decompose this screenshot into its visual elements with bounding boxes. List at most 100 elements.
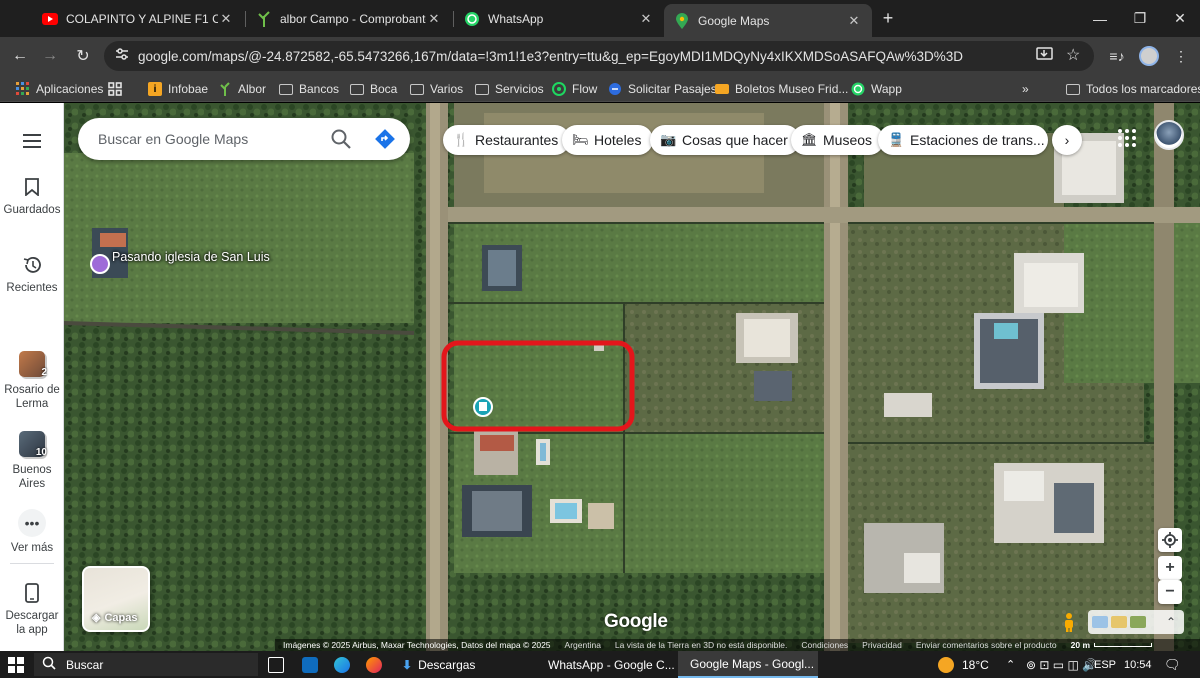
taskbar-app-google-maps[interactable]: Google Maps - Googl... — [678, 651, 818, 678]
directions-icon[interactable] — [375, 129, 395, 149]
language-indicator[interactable]: ESP — [1094, 651, 1116, 678]
history-icon — [20, 253, 44, 277]
restore-button[interactable]: ❐ — [1120, 0, 1160, 37]
satellite-map[interactable] — [64, 103, 1200, 651]
bookmark-folder-servicios[interactable]: Servicios — [475, 79, 544, 99]
chip-hoteles[interactable]: 🛏 Hoteles — [562, 125, 654, 155]
tab-albor[interactable]: albor Campo - Comprobantes d ✕ — [246, 0, 452, 37]
pegman-icon[interactable] — [1061, 612, 1077, 632]
mini-layer-switcher[interactable]: ⌃ — [1088, 610, 1184, 634]
address-bar[interactable]: google.com/maps/@-24.872582,-65.5473266,… — [104, 41, 1094, 71]
rail-saved[interactable]: Guardados — [0, 175, 64, 217]
privacy-link[interactable]: Privacidad — [862, 640, 902, 650]
layer-thumb[interactable] — [1092, 616, 1108, 628]
my-location-button[interactable] — [1158, 528, 1182, 552]
bookmarks-overflow-icon[interactable]: » — [1022, 79, 1029, 99]
bookmark-albor[interactable]: Albor — [218, 79, 266, 99]
bookmark-solicitar-pasajes[interactable]: Solicitar Pasajes — [608, 79, 717, 99]
search-input[interactable]: Buscar en Google Maps — [98, 131, 248, 147]
rail-label: Buenos Aires — [12, 464, 52, 490]
forward-button[interactable]: → — [38, 44, 62, 68]
terms-link[interactable]: Condiciones — [801, 640, 848, 650]
rail-download-app[interactable]: Descargar la app — [0, 581, 64, 637]
new-tab-button[interactable]: + — [878, 8, 898, 28]
bookmark-grid-icon[interactable] — [108, 79, 122, 99]
taskbar-app-whatsapp[interactable]: WhatsApp - Google C... — [536, 651, 676, 678]
chip-estaciones[interactable]: 🚆 Estaciones de trans... — [878, 125, 1048, 155]
layer-thumb[interactable] — [1130, 616, 1146, 628]
chips-scroll-right[interactable]: › — [1052, 125, 1082, 155]
install-app-icon[interactable] — [1036, 46, 1054, 67]
maps-side-rail: Guardados Recientes 2 Rosario de Lerma 1… — [0, 103, 64, 651]
phone-icon — [20, 581, 44, 605]
task-view-icon[interactable] — [268, 657, 284, 673]
taskbar-app-descargas[interactable]: ⬇ Descargas — [396, 651, 481, 678]
close-icon[interactable]: ✕ — [638, 11, 654, 27]
chevron-up-icon[interactable]: ⌃ — [1166, 615, 1176, 629]
tab-colapinto[interactable]: COLAPINTO Y ALPINE F1 CENTI ✕ — [32, 0, 244, 37]
tray-chevron-icon[interactable]: ⌃ — [1006, 651, 1015, 678]
feedback-link[interactable]: Enviar comentarios sobre el producto — [916, 640, 1057, 650]
rail-rosario-de-lerma[interactable]: 2 Rosario de Lerma — [0, 351, 64, 411]
site-info-icon[interactable] — [114, 47, 130, 66]
taskbar-search-label: Buscar — [66, 657, 104, 672]
place-label[interactable]: Pasando iglesia de San Luis — [112, 250, 270, 264]
tab-google-maps[interactable]: Google Maps ✕ — [664, 4, 872, 37]
bookmark-label: Aplicaciones — [36, 82, 104, 96]
church-pin-icon[interactable] — [90, 254, 110, 274]
browser-tab-strip: COLAPINTO Y ALPINE F1 CENTI ✕ albor Camp… — [0, 0, 1200, 37]
layers-icon: ◈ — [92, 612, 101, 624]
tray-icons[interactable]: ⊚ ⊡ ▭ ◫ 🔊 — [1026, 651, 1097, 678]
chip-restaurantes[interactable]: 🍴 Restaurantes — [443, 125, 571, 155]
edge-icon[interactable] — [334, 657, 350, 673]
back-button[interactable]: ← — [8, 44, 32, 68]
weather-widget[interactable]: 18°C — [938, 651, 989, 678]
tab-whatsapp[interactable]: WhatsApp ✕ — [454, 0, 664, 37]
country-label[interactable]: Argentina — [565, 640, 601, 650]
clock[interactable]: 10:54 — [1124, 651, 1152, 678]
rail-recent[interactable]: Recientes — [0, 253, 64, 295]
rail-more[interactable]: ••• Ver más — [0, 509, 64, 555]
rail-buenos-aires[interactable]: 10 Buenos Aires — [0, 431, 64, 491]
chip-museos[interactable]: 🏛 Museos — [791, 125, 885, 155]
account-avatar[interactable] — [1154, 120, 1184, 150]
outlook-icon[interactable] — [302, 657, 318, 673]
search-icon[interactable] — [330, 128, 352, 150]
google-apps-icon[interactable] — [1117, 128, 1137, 148]
bookmark-star-icon[interactable]: ☆ — [1066, 45, 1080, 65]
reload-button[interactable]: ↻ — [71, 44, 95, 68]
close-icon[interactable]: ✕ — [846, 13, 862, 29]
bookmark-all-folder[interactable]: Todos los marcadores — [1066, 79, 1200, 99]
bookmark-label: Flow — [572, 82, 598, 96]
bookmark-aplicaciones[interactable]: Aplicaciones — [16, 79, 103, 99]
zoom-in-button[interactable]: + — [1158, 556, 1182, 580]
bookmark-label: Boca — [370, 82, 398, 96]
taskbar-search[interactable]: Buscar — [34, 653, 258, 676]
close-window-button[interactable]: ✕ — [1160, 0, 1200, 37]
notifications-icon[interactable]: 🗨 — [1164, 651, 1181, 678]
menu-kebab-icon[interactable]: ⋮ — [1170, 45, 1192, 67]
bookmark-folder-boca[interactable]: Boca — [350, 79, 397, 99]
bookmark-infobae[interactable]: i Infobae — [148, 79, 208, 99]
close-icon[interactable]: ✕ — [218, 11, 234, 27]
close-icon[interactable]: ✕ — [426, 11, 442, 27]
satellite-imagery — [64, 103, 1200, 651]
layer-thumb[interactable] — [1111, 616, 1127, 628]
windows-start-icon[interactable] — [8, 651, 24, 678]
url-text[interactable]: google.com/maps/@-24.872582,-65.5473266,… — [138, 49, 1018, 64]
bookmark-folder-bancos[interactable]: Bancos — [279, 79, 339, 99]
bookmark-wapp[interactable]: Wapp — [851, 79, 902, 99]
media-control-icon[interactable]: ≡♪ — [1106, 45, 1128, 67]
menu-button[interactable] — [0, 129, 64, 157]
profile-avatar[interactable] — [1139, 46, 1159, 66]
maps-search-box[interactable]: Buscar en Google Maps — [78, 118, 410, 160]
bookmark-flow[interactable]: Flow — [552, 79, 597, 99]
bookmark-folder-varios[interactable]: Varios — [410, 79, 463, 99]
bookmark-boletos-museo[interactable]: Boletos Museo Frid... — [715, 79, 848, 99]
chip-cosas-que-hacer[interactable]: 📷 Cosas que hacer — [650, 125, 800, 155]
zoom-out-button[interactable]: − — [1158, 580, 1182, 604]
firefox-icon[interactable] — [366, 657, 382, 673]
layers-button[interactable]: ◈ Capas — [82, 566, 150, 632]
scale-bar[interactable]: 20 m — [1071, 640, 1153, 650]
minimize-button[interactable]: — — [1080, 0, 1120, 37]
